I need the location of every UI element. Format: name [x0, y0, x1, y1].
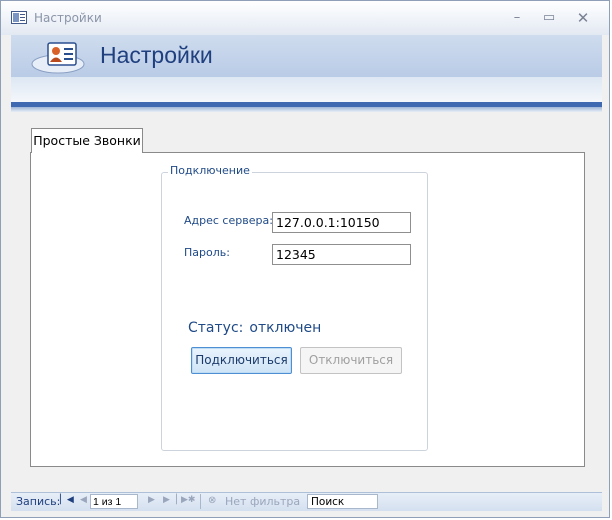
contact-card-icon	[31, 42, 85, 74]
form-header: Настройки	[11, 35, 602, 112]
connection-group-title: Подключение	[168, 164, 252, 177]
search-input[interactable]	[307, 494, 378, 509]
title-bar: Настройки – ▭ ✕	[1, 1, 609, 35]
connection-status: Статус: отключен	[188, 320, 321, 336]
form-icon	[11, 11, 27, 24]
tab-prostye-zvonki[interactable]: Простые Звонки	[31, 128, 143, 153]
record-navigation-bar: Запись: ▏◀ ◀ ▶ ▶▕ ▶✱ ⊗ Нет фильтра	[11, 492, 602, 511]
status-value: отключен	[249, 320, 322, 336]
new-record-icon[interactable]: ▶✱	[181, 495, 195, 505]
next-record-icon[interactable]: ▶	[148, 495, 155, 505]
nav-divider	[200, 494, 201, 509]
password-input[interactable]	[272, 244, 411, 265]
last-record-icon[interactable]: ▶▕	[163, 495, 177, 505]
status-label: Статус:	[188, 320, 244, 336]
connect-button[interactable]: Подключиться	[191, 347, 292, 374]
no-filter-icon: ⊗	[208, 495, 217, 506]
header-strip	[11, 77, 602, 102]
minimize-button[interactable]: –	[504, 8, 530, 28]
server-address-input[interactable]	[272, 212, 411, 233]
previous-record-icon[interactable]: ◀	[80, 495, 87, 505]
header-title: Настройки	[100, 42, 213, 68]
window-title: Настройки	[34, 11, 102, 25]
close-button[interactable]: ✕	[570, 8, 596, 28]
disconnect-button[interactable]: Отключиться	[300, 347, 402, 374]
settings-window: Настройки – ▭ ✕ Настройки Простые Звонки…	[0, 0, 610, 518]
server-address-label: Адрес сервера:	[184, 214, 273, 227]
record-label: Запись:	[16, 495, 61, 508]
password-label: Пароль:	[184, 246, 230, 259]
first-record-icon[interactable]: ▏◀	[60, 495, 74, 505]
header-shadow	[11, 107, 602, 112]
maximize-button[interactable]: ▭	[536, 8, 562, 28]
record-number-input[interactable]	[90, 494, 138, 509]
filter-toggle[interactable]: Нет фильтра	[225, 495, 300, 508]
